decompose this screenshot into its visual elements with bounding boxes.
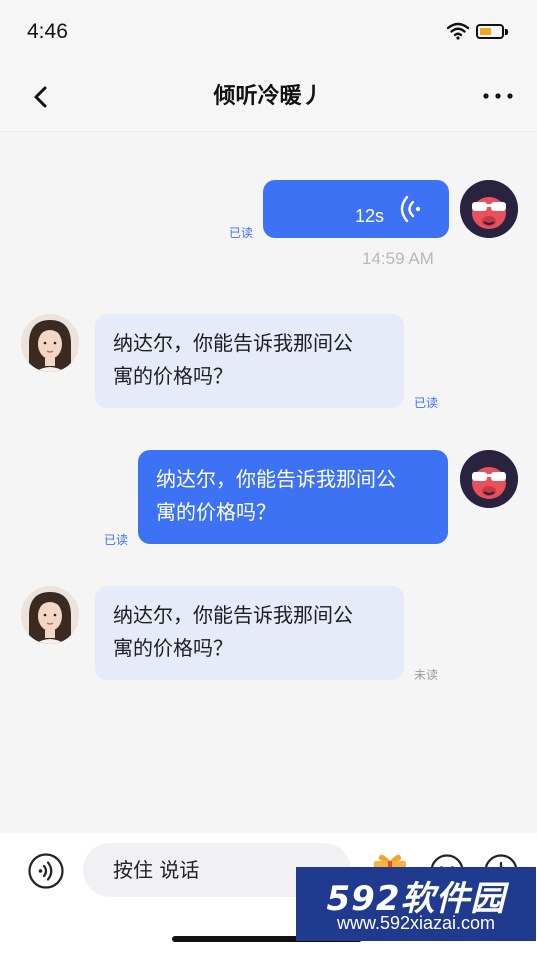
read-status: 已读 [104, 533, 129, 547]
message-text-line1: 纳达尔，你能告诉我那间公 [113, 603, 353, 627]
message-text-line1: 纳达尔，你能告诉我那间公 [113, 331, 353, 355]
chat-header: 倾听冷暖丿 [0, 64, 537, 132]
status-time: 4:46 [27, 20, 68, 43]
contact-avatar[interactable] [21, 586, 79, 644]
my-avatar[interactable] [460, 180, 518, 238]
unread-status: 未读 [414, 668, 439, 682]
voice-message-bubble[interactable]: 12s [263, 180, 449, 238]
battery-icon [476, 24, 508, 39]
message-timestamp: 14:59 AM [362, 249, 434, 268]
girl-avatar-icon [21, 586, 79, 644]
voice-wave-icon [400, 195, 421, 223]
watermark-url: www.592xiazai.com [336, 913, 496, 933]
message-text-line1: 纳达尔，你能告诉我那间公 [156, 467, 396, 491]
read-status: 已读 [414, 396, 439, 410]
monkey-avatar-icon [460, 450, 518, 508]
voice-duration: 12s [355, 206, 385, 226]
message-list: 12s 已读 14:59 AM 纳达尔，你能告诉我那间公 寓的价格吗？ 已读 纳… [0, 133, 537, 833]
wifi-icon [447, 22, 469, 40]
more-dots-icon[interactable] [480, 84, 516, 108]
message-text-line2: 寓的价格吗？ [113, 636, 233, 660]
status-bar: 4:46 [0, 0, 537, 64]
incoming-message-bubble[interactable]: 纳达尔，你能告诉我那间公 寓的价格吗？ [95, 586, 404, 680]
read-status: 已读 [229, 226, 254, 240]
watermark: 592软件园 www.592xiazai.com [296, 867, 536, 941]
my-avatar[interactable] [460, 450, 518, 508]
incoming-message-bubble[interactable]: 纳达尔，你能告诉我那间公 寓的价格吗？ [95, 314, 404, 408]
contact-avatar[interactable] [21, 314, 79, 372]
message-text-line2: 寓的价格吗？ [156, 500, 276, 524]
monkey-avatar-icon [460, 180, 518, 238]
page-title: 倾听冷暖丿 [213, 84, 324, 109]
message-text-line2: 寓的价格吗？ [113, 364, 233, 388]
girl-avatar-icon [21, 314, 79, 372]
voice-input-icon[interactable] [27, 852, 65, 890]
outgoing-message-bubble[interactable]: 纳达尔，你能告诉我那间公 寓的价格吗？ [138, 450, 448, 544]
